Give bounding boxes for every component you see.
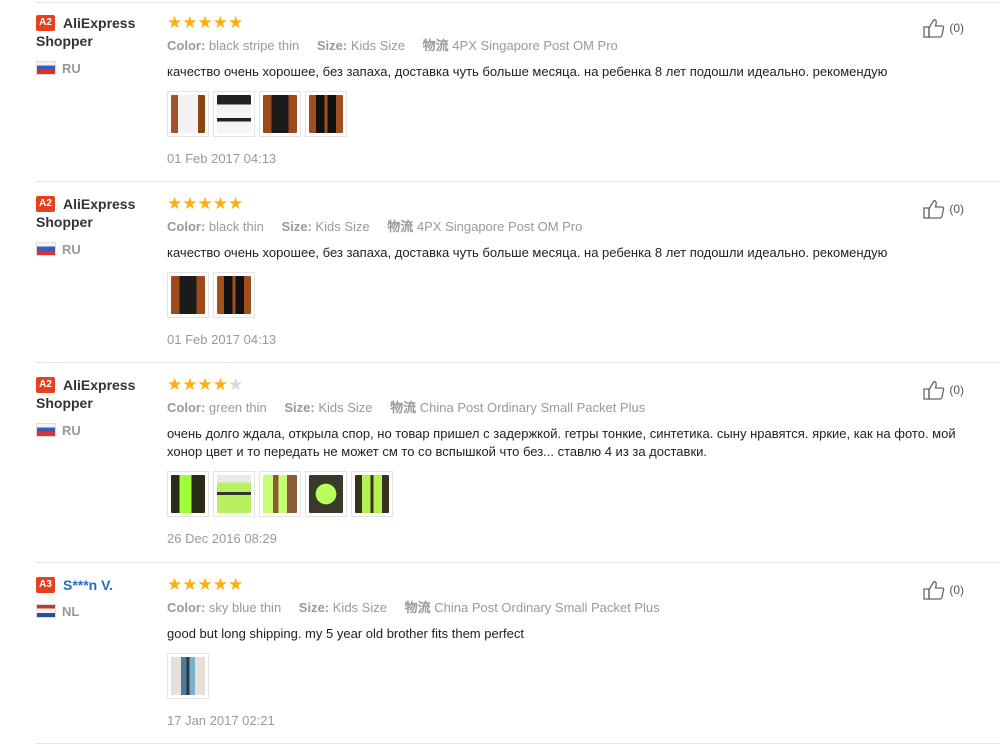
- star-filled-icon: ★: [167, 575, 183, 594]
- helpful-button[interactable]: (0): [923, 18, 964, 38]
- star-filled-icon: ★: [167, 13, 183, 32]
- star-filled-icon: ★: [228, 575, 244, 594]
- star-rating: ★★★★★: [167, 376, 967, 394]
- review-content: ★★★★★ Color: green thin Size: Kids Size …: [167, 376, 967, 547]
- thumbs-up-icon: [923, 19, 945, 38]
- netherlands-flag-icon: [36, 604, 56, 618]
- star-filled-icon: ★: [197, 13, 213, 32]
- review-divider: [36, 181, 1000, 182]
- star-filled-icon: ★: [212, 194, 228, 213]
- star-filled-icon: ★: [212, 13, 228, 32]
- star-filled-icon: ★: [197, 375, 213, 394]
- review-photo-thumb[interactable]: [351, 471, 393, 517]
- order-attributes: Color: black thin Size: Kids Size 物流 4PX…: [167, 219, 583, 234]
- star-filled-icon: ★: [197, 575, 213, 594]
- review-divider: [36, 743, 1000, 744]
- reviewer-info: A2 AliExpress Shopper: [36, 195, 156, 231]
- russia-flag-icon: [36, 242, 56, 256]
- review-content: ★★★★★ Color: black thin Size: Kids Size …: [167, 195, 967, 348]
- review-photos: [167, 272, 967, 318]
- thumbs-up-icon: [923, 381, 945, 400]
- buyer-level-badge: A2: [36, 15, 55, 31]
- review-item: A2 AliExpress Shopper RU ★★★★★ Color: bla…: [36, 14, 1000, 182]
- review-divider: [36, 562, 1000, 563]
- helpful-button[interactable]: (0): [923, 380, 964, 400]
- order-attributes: Color: black stripe thin Size: Kids Size…: [167, 38, 618, 53]
- order-attributes: Color: green thin Size: Kids Size 物流 Chi…: [167, 400, 646, 415]
- reviewer-name: A2 AliExpress Shopper: [36, 377, 136, 411]
- review-divider: [36, 362, 1000, 363]
- top-divider: [36, 2, 1000, 3]
- review-text: очень долго ждала, открыла спор, но това…: [167, 426, 956, 459]
- star-filled-icon: ★: [228, 13, 244, 32]
- star-filled-icon: ★: [228, 194, 244, 213]
- reviewer-country: RU: [36, 61, 81, 77]
- reviewer-name: A2 AliExpress Shopper: [36, 15, 136, 49]
- buyer-level-badge: A3: [36, 577, 55, 593]
- review-date: 17 Jan 2017 02:21: [167, 713, 275, 728]
- review-photo-thumb[interactable]: [213, 471, 255, 517]
- review-content: ★★★★★ Color: sky blue thin Size: Kids Si…: [167, 576, 967, 729]
- reviewer-country: NL: [36, 604, 79, 620]
- review-photo-thumb[interactable]: [213, 272, 255, 318]
- star-filled-icon: ★: [182, 575, 198, 594]
- review-photo-thumb[interactable]: [259, 471, 301, 517]
- star-filled-icon: ★: [182, 194, 198, 213]
- review-photo-thumb[interactable]: [305, 91, 347, 137]
- star-filled-icon: ★: [167, 194, 183, 213]
- reviewer-country: RU: [36, 242, 81, 258]
- helpful-button[interactable]: (0): [923, 199, 964, 219]
- order-attributes: Color: sky blue thin Size: Kids Size 物流 …: [167, 600, 660, 615]
- review-photo-thumb[interactable]: [259, 91, 301, 137]
- review-photo-thumb[interactable]: [213, 91, 255, 137]
- review-item: A2 AliExpress Shopper RU ★★★★★ Color: bla…: [36, 195, 1000, 363]
- star-rating: ★★★★★: [167, 14, 967, 32]
- helpful-button[interactable]: (0): [923, 580, 964, 600]
- review-date: 01 Feb 2017 04:13: [167, 151, 277, 166]
- star-rating: ★★★★★: [167, 576, 967, 594]
- buyer-level-badge: A2: [36, 377, 55, 393]
- reviewer-info: A2 AliExpress Shopper: [36, 14, 156, 50]
- review-content: ★★★★★ Color: black stripe thin Size: Kid…: [167, 14, 967, 167]
- star-filled-icon: ★: [182, 13, 198, 32]
- review-item: A2 AliExpress Shopper RU ★★★★★ Color: gre…: [36, 376, 1000, 563]
- reviewer-name: A2 AliExpress Shopper: [36, 196, 136, 230]
- review-item: A3 S***n V. NL ★★★★★ Color: sky blue thin…: [36, 576, 1000, 744]
- star-filled-icon: ★: [182, 375, 198, 394]
- reviewer-info: A3 S***n V.: [36, 576, 156, 594]
- reviewer-country: RU: [36, 423, 81, 439]
- buyer-level-badge: A2: [36, 196, 55, 212]
- review-photos: [167, 471, 967, 517]
- reviewer-name[interactable]: A3 S***n V.: [36, 576, 156, 594]
- review-photo-thumb[interactable]: [167, 653, 209, 699]
- star-empty-icon: ★: [228, 375, 244, 394]
- review-photo-thumb[interactable]: [305, 471, 347, 517]
- review-photos: [167, 653, 967, 699]
- review-date: 26 Dec 2016 08:29: [167, 531, 277, 546]
- star-filled-icon: ★: [197, 194, 213, 213]
- star-rating: ★★★★★: [167, 195, 967, 213]
- star-filled-icon: ★: [212, 575, 228, 594]
- review-text: качество очень хорошее, без запаха, дост…: [167, 245, 888, 260]
- russia-flag-icon: [36, 423, 56, 437]
- review-date: 01 Feb 2017 04:13: [167, 332, 277, 347]
- review-text: качество очень хорошее, без запаха, дост…: [167, 64, 888, 79]
- reviewer-info: A2 AliExpress Shopper: [36, 376, 156, 412]
- review-text: good but long shipping. my 5 year old br…: [167, 626, 524, 641]
- star-filled-icon: ★: [167, 375, 183, 394]
- review-photo-thumb[interactable]: [167, 471, 209, 517]
- review-photo-thumb[interactable]: [167, 91, 209, 137]
- thumbs-up-icon: [923, 200, 945, 219]
- review-photo-thumb[interactable]: [167, 272, 209, 318]
- star-filled-icon: ★: [212, 375, 228, 394]
- russia-flag-icon: [36, 61, 56, 75]
- review-photos: [167, 91, 967, 137]
- thumbs-up-icon: [923, 581, 945, 600]
